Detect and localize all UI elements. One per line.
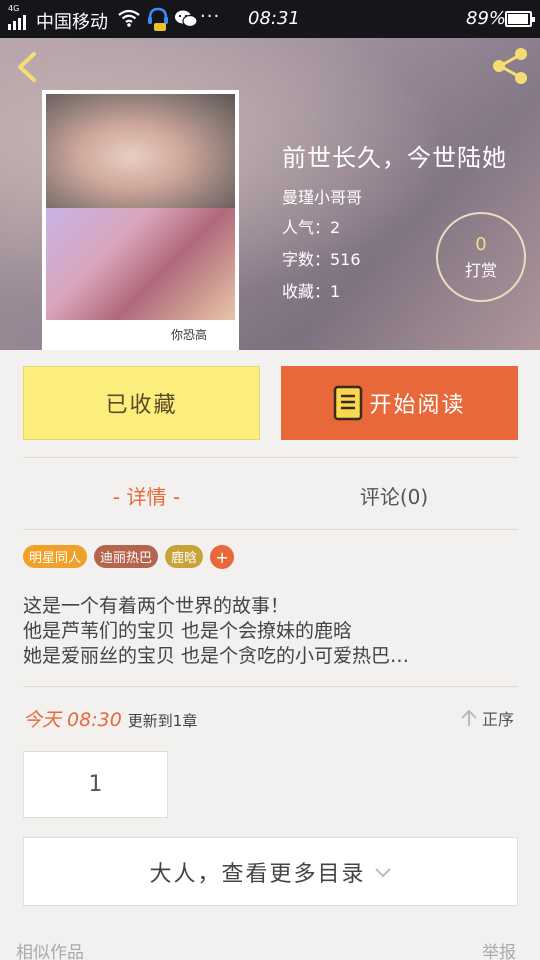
more-notifications-indicator: ··· <box>200 6 221 27</box>
arrow-up-icon <box>461 709 477 726</box>
notification-icon <box>146 6 170 37</box>
description-line: 这是一个有着两个世界的故事！ <box>23 595 290 617</box>
book-cover: 你恐高 <box>42 90 239 350</box>
sort-toggle[interactable]: 正序 <box>460 706 514 730</box>
update-info: 今天 08:30 更新到1章 <box>23 705 197 732</box>
more-catalog-button[interactable]: 大人，查看更多目录 <box>23 837 518 906</box>
share-button[interactable] <box>490 46 530 86</box>
add-tag-button[interactable]: + <box>210 545 235 569</box>
cover-caption: 你恐高 <box>170 328 207 342</box>
book-header: 你恐高 前世长久，今世陆她 曼瑾小哥哥 人气：2 字数：516 收藏：1 0 打… <box>0 38 540 350</box>
description-line: 他是芦苇们的宝贝 也是个会撩妹的鹿晗 <box>23 620 353 642</box>
tag-chip[interactable]: 明星同人 <box>23 545 88 568</box>
sort-label: 正序 <box>482 710 515 729</box>
start-reading-button[interactable]: 开始阅读 <box>281 366 518 440</box>
battery-percent: 89% <box>466 8 507 29</box>
chapter-item[interactable]: 1 <box>23 751 168 818</box>
divider <box>23 686 518 687</box>
back-button[interactable] <box>14 52 44 82</box>
popularity-stat: 人气：2 <box>282 218 341 237</box>
wifi-icon <box>118 9 140 32</box>
chevron-left-icon <box>18 52 36 82</box>
update-text: 更新到1章 <box>127 712 198 730</box>
word-count-stat: 字数：516 <box>282 250 361 269</box>
tab-comments[interactable]: 评论(0) <box>270 470 518 520</box>
tag-chip[interactable]: 迪丽热巴 <box>94 545 159 568</box>
share-icon <box>493 48 527 84</box>
tip-button[interactable]: 0 打赏 <box>436 212 526 302</box>
divider <box>23 457 518 458</box>
signal-icon <box>8 12 26 30</box>
tag-chip[interactable]: 鹿晗 <box>165 545 204 568</box>
tab-detail[interactable]: - 详情 - <box>23 470 270 520</box>
status-bar: 4G 中国移动 ··· 08:31 89% <box>0 0 540 38</box>
carrier-name: 中国移动 <box>36 12 108 33</box>
book-icon <box>334 385 363 421</box>
start-reading-label: 开始阅读 <box>369 393 466 418</box>
book-author[interactable]: 曼瑾小哥哥 <box>282 184 362 208</box>
chevron-down-icon <box>374 867 391 877</box>
cover-image-bottom <box>46 208 235 320</box>
battery-icon <box>505 11 535 27</box>
cover-image-top <box>46 94 235 208</box>
similar-works-heading: 相似作品 <box>16 943 84 960</box>
favorited-button[interactable]: 已收藏 <box>23 366 260 440</box>
update-time: 今天 08:30 <box>23 709 122 731</box>
tip-count: 0 <box>475 234 487 255</box>
clock: 08:31 <box>248 8 300 29</box>
favorites-stat: 收藏：1 <box>282 282 341 301</box>
book-description: 这是一个有着两个世界的故事！ 他是芦苇们的宝贝 也是个会撩妹的鹿晗 她是爱丽丝的… <box>23 594 409 669</box>
report-link[interactable]: 举报 <box>482 938 516 960</box>
divider <box>23 529 518 530</box>
description-line: 她是爱丽丝的宝贝 也是个贪吃的小可爱热巴… <box>23 645 410 667</box>
book-title: 前世长久，今世陆她 <box>282 144 507 172</box>
wechat-icon <box>174 9 198 34</box>
tag-list: 明星同人 迪丽热巴 鹿晗 + <box>23 545 235 569</box>
more-catalog-label: 大人，查看更多目录 <box>149 861 366 887</box>
tip-label: 打赏 <box>464 261 497 280</box>
